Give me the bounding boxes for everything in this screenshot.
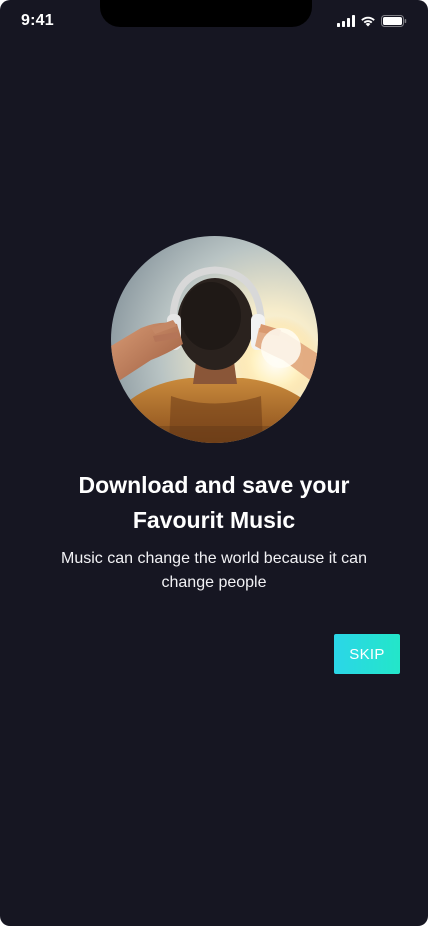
onboarding-subtitle: Music can change the world because it ca…: [30, 547, 398, 595]
status-bar: 9:41: [0, 0, 428, 44]
signal-icon: [337, 15, 355, 27]
battery-icon: [381, 15, 407, 27]
wifi-icon: [360, 15, 376, 27]
device-notch: [100, 0, 312, 27]
onboarding-title: Download and save your Favourit Music: [30, 468, 398, 538]
person-with-headphones-image: [111, 236, 318, 443]
status-icons: [337, 14, 407, 28]
skip-button[interactable]: SKIP: [334, 634, 400, 674]
subtitle-line-1: Music can change the world because it ca…: [61, 550, 367, 567]
subtitle-line-2: change people: [161, 574, 267, 591]
onboarding-screen: 9:41 Download and save your Favourit Mus…: [0, 0, 428, 926]
status-time: 9:41: [21, 12, 54, 29]
title-line-2: Favourit Music: [132, 507, 296, 533]
title-line-1: Download and save your: [78, 472, 350, 498]
